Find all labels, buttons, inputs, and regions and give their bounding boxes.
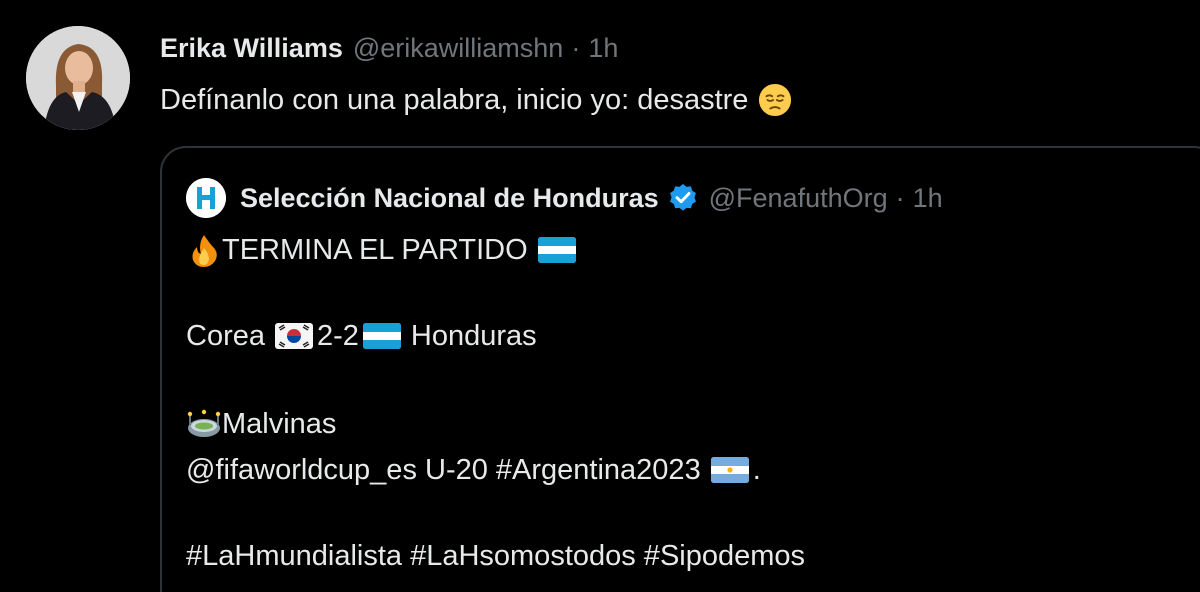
quoted-author-handle[interactable]: @FenafuthOrg <box>709 183 888 214</box>
separator-dot: · <box>571 32 581 63</box>
quoted-tweet-card[interactable]: Selección Nacional de Honduras @Fenafuth… <box>160 146 1200 592</box>
quoted-separator-dot: · <box>895 182 905 213</box>
argentina-flag-icon <box>710 457 749 483</box>
tweet-text: Defínanlo con una palabra, inicio yo: de… <box>160 78 792 122</box>
tweet-text-content: Defínanlo con una palabra, inicio yo: de… <box>160 83 749 116</box>
honduras-flag-icon <box>362 323 401 349</box>
author-handle[interactable]: @erikawilliamshn <box>353 33 563 64</box>
author-name[interactable]: Erika Williams <box>160 33 343 64</box>
quoted-text-line-2: Corea 2-2 Honduras <box>186 316 537 356</box>
quoted-text-honduras: Honduras <box>410 319 537 352</box>
quoted-text-line-1: TERMINA EL PARTIDO <box>186 230 580 270</box>
honduras-logo-icon <box>186 178 226 218</box>
tweet-header: Erika Williams @erikawilliamshn · 1h <box>160 28 618 68</box>
pensive-face-emoji-icon <box>759 83 792 117</box>
quoted-text-line-3: Malvinas <box>186 404 336 444</box>
quoted-text-hashtags[interactable]: #LaHmundialista #LaHsomostodos #Sipodemo… <box>186 540 805 573</box>
south-korea-flag-icon <box>275 323 313 349</box>
tweet[interactable]: Erika Williams @erikawilliamshn · 1h Def… <box>0 0 1200 592</box>
quoted-timestamp[interactable]: 1h <box>913 183 943 214</box>
quoted-text-period: . <box>752 453 761 486</box>
quoted-author-avatar[interactable] <box>186 178 226 218</box>
quoted-text-termina: TERMINA EL PARTIDO <box>222 233 528 266</box>
quoted-tweet-header: Selección Nacional de Honduras @Fenafuth… <box>186 176 943 220</box>
quoted-text-score: 2-2 <box>317 319 359 352</box>
quoted-author-name[interactable]: Selección Nacional de Honduras <box>240 183 659 214</box>
honduras-flag-icon <box>537 237 576 263</box>
quoted-text-corea: Corea <box>186 319 265 352</box>
tweet-timestamp[interactable]: 1h <box>588 33 618 64</box>
quoted-text-malvinas: Malvinas <box>222 407 337 440</box>
fire-emoji-icon <box>192 235 217 267</box>
quoted-text-mentions-hashtag[interactable]: @fifaworldcup_es U-20 #Argentina2023 <box>186 454 701 487</box>
author-avatar[interactable] <box>26 26 130 130</box>
quoted-text-line-4: @fifaworldcup_es U-20 #Argentina2023 . <box>186 450 761 490</box>
stadium-emoji-icon <box>187 409 221 437</box>
quoted-text-line-5: #LaHmundialista #LaHsomostodos #Sipodemo… <box>186 536 805 576</box>
verified-badge-icon <box>669 184 696 211</box>
